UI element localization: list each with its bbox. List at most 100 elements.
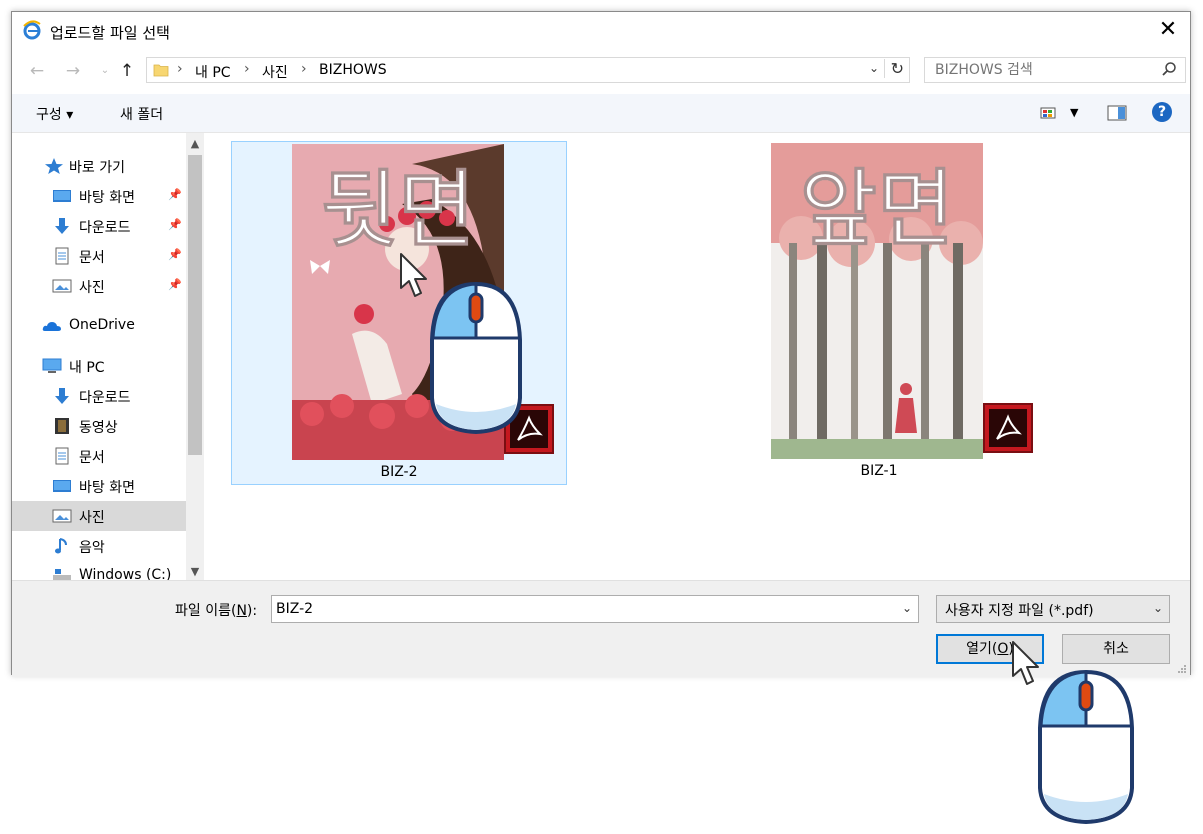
recent-locations-chevron-icon[interactable]: ⌄ (94, 60, 116, 82)
sidebar-item-label: OneDrive (69, 317, 135, 333)
mouse-left-click-icon (430, 281, 522, 435)
sidebar-item-windows-drive[interactable]: Windows (C:) (12, 561, 186, 580)
sidebar-item-music[interactable]: 음악 (12, 531, 186, 561)
search-input[interactable] (935, 61, 1145, 79)
file-type-chevron-icon[interactable]: ⌄ (1153, 601, 1163, 615)
sidebar-item-label: 문서 (79, 450, 105, 466)
sidebar-item-label: 바탕 화면 (79, 480, 135, 496)
sidebar-item-pictures[interactable]: 사진 (12, 501, 186, 531)
back-arrow-icon[interactable]: ← (26, 60, 48, 82)
download-icon (55, 388, 69, 404)
title-bar: 업로드할 파일 선택 ✕ (12, 12, 1190, 50)
address-bar-row: ← → ⌄ ↑ › 내 PC › 사진 › BIZHOWS ⌄ ↻ (12, 54, 1190, 88)
pin-icon[interactable]: 📌 (168, 218, 182, 231)
label-text: 파일 이름( (175, 603, 237, 619)
preview-pane-icon[interactable] (1107, 105, 1127, 121)
sidebar-item-documents[interactable]: 문서 (12, 441, 186, 471)
sidebar-item-label: 동영상 (79, 420, 118, 436)
star-icon (45, 158, 63, 174)
sidebar-item-label: 음악 (79, 540, 105, 556)
address-field[interactable]: › 내 PC › 사진 › BIZHOWS ⌄ ↻ (146, 57, 910, 83)
search-icon[interactable] (1161, 61, 1177, 77)
sidebar-item-desktop[interactable]: 바탕 화면 (12, 471, 186, 501)
drive-icon (53, 569, 71, 580)
breadcrumb-separator: › (177, 61, 183, 77)
sidebar-item-quick-access[interactable]: 바로 가기 (12, 151, 186, 181)
command-toolbar: 구성 ▾ 새 폴더 ▼ ? (12, 94, 1190, 133)
internet-explorer-icon (23, 20, 41, 40)
scroll-up-chevron-icon[interactable]: ▲ (186, 137, 204, 150)
forward-arrow-icon[interactable]: → (62, 60, 84, 82)
sidebar-item-downloads-pinned[interactable]: 다운로드 📌 (12, 211, 186, 241)
search-box[interactable] (924, 57, 1186, 83)
sidebar-item-label: 바로 가기 (69, 160, 125, 176)
scrollbar-thumb[interactable] (188, 155, 202, 455)
accelerator-key: O (997, 641, 1009, 657)
file-type-select[interactable]: 사용자 지정 파일 (*.pdf) ⌄ (936, 595, 1170, 623)
sidebar-item-label: 문서 (79, 250, 105, 266)
window-title: 업로드할 파일 선택 (50, 24, 170, 42)
file-name-label: BIZ-1 (860, 463, 898, 479)
organize-button[interactable]: 구성 ▾ (36, 104, 73, 124)
document-icon (55, 447, 69, 465)
sidebar-item-label: 다운로드 (79, 390, 131, 406)
download-icon (55, 218, 69, 234)
pin-icon[interactable]: 📌 (168, 188, 182, 201)
resize-grip-icon[interactable] (1177, 664, 1187, 674)
sidebar-item-label: 사진 (79, 510, 105, 526)
address-dropdown-chevron-icon[interactable]: ⌄ (869, 61, 879, 75)
sidebar-item-label: 바탕 화면 (79, 190, 135, 206)
refresh-icon[interactable]: ↻ (883, 59, 904, 78)
close-button[interactable]: ✕ (1156, 18, 1180, 42)
button-text: 열기( (966, 641, 998, 657)
music-icon (55, 538, 67, 554)
file-type-value: 사용자 지정 파일 (*.pdf) (945, 603, 1094, 619)
sidebar-item-downloads[interactable]: 다운로드 (12, 381, 186, 411)
acrobat-icon (996, 414, 1022, 440)
sidebar-item-videos[interactable]: 동영상 (12, 411, 186, 441)
thumbnail-text: 뒷면 (321, 161, 476, 259)
file-name-label: BIZ-2 (380, 464, 418, 480)
file-item-biz-1[interactable]: 앞면 BIZ-1 (711, 141, 1047, 485)
document-icon (55, 247, 69, 265)
thumbnail-text: 앞면 (800, 160, 955, 258)
up-arrow-icon[interactable]: ↑ (116, 60, 138, 82)
sidebar-item-label: 내 PC (69, 360, 105, 376)
view-options-icon[interactable] (1040, 106, 1058, 120)
new-folder-button[interactable]: 새 폴더 (120, 104, 163, 124)
sidebar-item-label: Windows (C:) (79, 567, 172, 580)
sidebar-item-pictures-pinned[interactable]: 사진 📌 (12, 271, 186, 301)
video-icon (55, 418, 69, 434)
breadcrumb-separator: › (301, 61, 307, 77)
sidebar-scrollbar[interactable]: ▲ ▼ (186, 133, 204, 580)
cancel-button[interactable]: 취소 (1062, 634, 1170, 664)
file-name-field-label: 파일 이름(N): (175, 600, 257, 620)
sidebar-item-label: 다운로드 (79, 220, 131, 236)
file-name-dropdown-chevron-icon[interactable]: ⌄ (902, 601, 912, 615)
desktop-icon (53, 480, 71, 492)
file-thumbnail: 앞면 (771, 143, 983, 459)
onedrive-icon (42, 322, 61, 331)
sidebar-item-this-pc[interactable]: 내 PC (12, 351, 186, 381)
folder-icon (153, 64, 169, 77)
mouse-left-click-icon (1038, 669, 1134, 825)
navigation-pane: 바로 가기 바탕 화면 📌 다운로드 📌 문서 📌 사진 📌 OneDrive (12, 133, 208, 580)
breadcrumb-item[interactable]: 사진 (262, 62, 288, 82)
breadcrumb-item[interactable]: 내 PC (195, 62, 231, 82)
sidebar-item-documents-pinned[interactable]: 문서 📌 (12, 241, 186, 271)
pin-icon[interactable]: 📌 (168, 278, 182, 291)
breadcrumb-item[interactable]: BIZHOWS (319, 62, 387, 78)
pdf-file-icon (983, 403, 1033, 453)
file-name-input[interactable] (276, 600, 876, 618)
sidebar-item-onedrive[interactable]: OneDrive (12, 311, 186, 341)
label-text: ): (246, 603, 258, 619)
pictures-icon (52, 279, 72, 293)
help-icon[interactable]: ? (1152, 102, 1172, 122)
sidebar-item-label: 사진 (79, 280, 105, 296)
scroll-down-chevron-icon[interactable]: ▼ (186, 565, 204, 578)
sidebar-item-desktop-pinned[interactable]: 바탕 화면 📌 (12, 181, 186, 211)
file-list: 뒷면 BIZ-2 앞면 BIZ-1 (208, 133, 1190, 580)
pin-icon[interactable]: 📌 (168, 248, 182, 261)
file-name-combobox[interactable]: ⌄ (271, 595, 919, 623)
view-dropdown-chevron-icon[interactable]: ▼ (1070, 106, 1078, 119)
